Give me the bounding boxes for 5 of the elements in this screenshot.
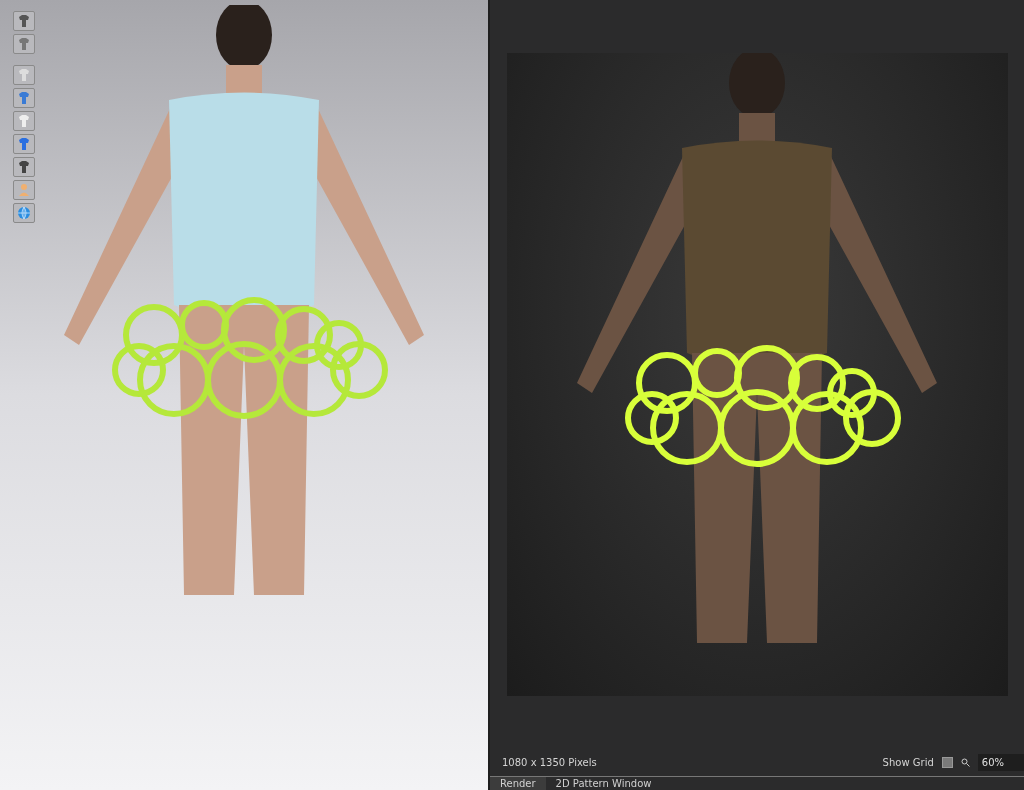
zoom-field[interactable]: 60%	[977, 753, 1024, 771]
show-grid-label: Show Grid	[882, 756, 934, 768]
panel-tab[interactable]: 2D Pattern Window	[545, 777, 662, 790]
image-size-text: 1080 x 1350 Pixels	[502, 756, 597, 768]
panel-tab[interactable]: Render	[490, 777, 546, 790]
